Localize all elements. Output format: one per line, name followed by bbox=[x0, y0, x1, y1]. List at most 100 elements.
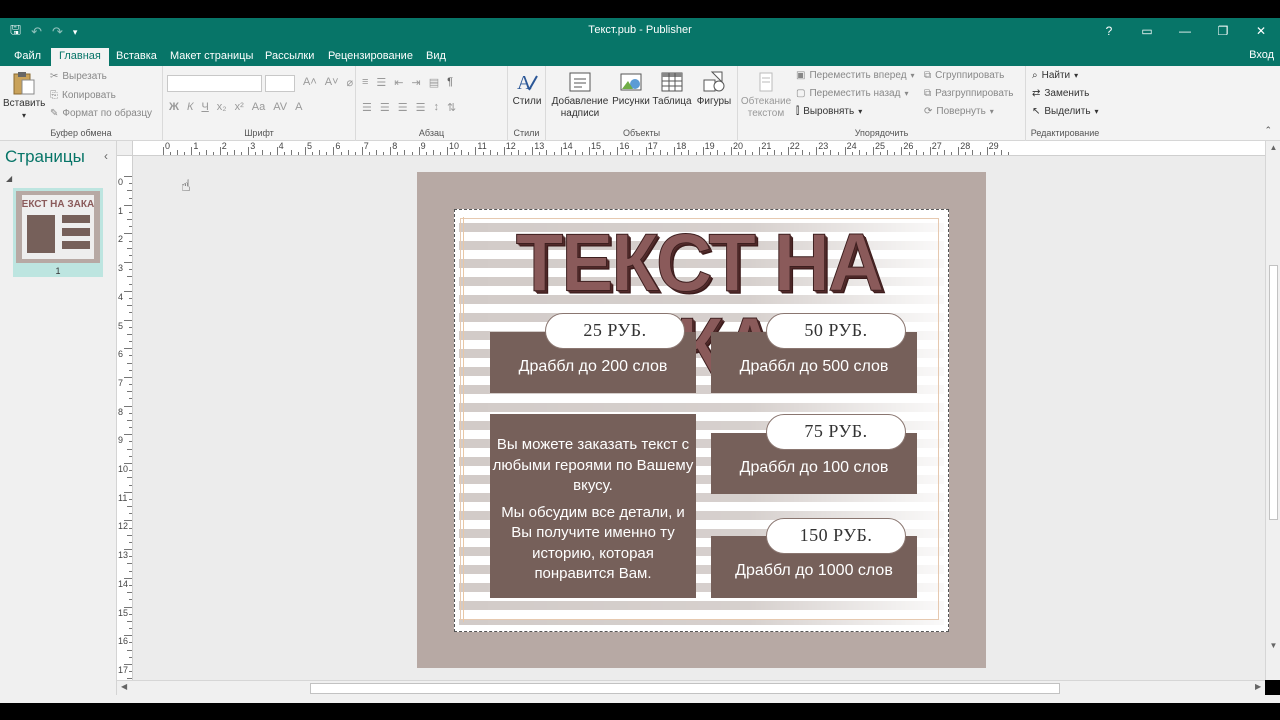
align-left-icon[interactable]: ☰ bbox=[362, 101, 372, 114]
tab-file[interactable]: Файл bbox=[6, 48, 49, 66]
cut-button[interactable]: ✂ Вырезать bbox=[50, 71, 107, 82]
price-pill-2[interactable]: 50 РУБ. bbox=[766, 313, 906, 349]
h-ruler-tick bbox=[908, 152, 910, 155]
pilcrow-icon[interactable]: ¶ bbox=[447, 76, 453, 89]
tab-mailings[interactable]: Рассылки bbox=[257, 48, 322, 66]
minimize-icon[interactable]: — bbox=[1166, 18, 1204, 45]
scroll-left-icon[interactable]: ◀ bbox=[121, 682, 127, 691]
align-button[interactable]: ⫿ Выровнять ▾ bbox=[796, 106, 862, 117]
ribbon-display-icon[interactable]: ▭ bbox=[1128, 18, 1166, 45]
line-spacing-icon[interactable]: ↕ bbox=[434, 101, 440, 114]
increase-indent-icon[interactable]: ⇥ bbox=[412, 76, 421, 89]
thumbnail-page: ТЕКСТ НА ЗАКАЗ bbox=[16, 191, 100, 263]
bullets-icon[interactable]: ≡ bbox=[362, 76, 368, 89]
section-expand-icon[interactable]: ◢ bbox=[6, 174, 12, 183]
info-text-box[interactable]: Вы можете заказать текст с любыми героям… bbox=[490, 414, 696, 598]
letterbox-bottom bbox=[0, 703, 1280, 720]
v-ruler-tick bbox=[129, 484, 132, 486]
price-pill-3[interactable]: 75 РУБ. bbox=[766, 414, 906, 450]
horizontal-ruler[interactable]: 0 1 2 3 4 5 6 7 8 9 10 11 12 13 14 15 16 17 18 19 20 21 22 23 24… bbox=[133, 141, 1265, 156]
underline-icon[interactable]: Ч bbox=[201, 101, 208, 113]
numbering-icon[interactable]: ☰ bbox=[376, 76, 386, 89]
font-color-icon[interactable]: A bbox=[295, 101, 302, 113]
help-button[interactable]: ? bbox=[1090, 18, 1128, 45]
draw-textbox-button[interactable]: Добавление надписи bbox=[550, 70, 610, 120]
h-ruler-tick bbox=[695, 152, 697, 155]
v-ruler-tick bbox=[124, 577, 132, 579]
align-right-icon[interactable]: ☰ bbox=[398, 101, 408, 114]
paragraph-spacing-icon[interactable]: ⇅ bbox=[447, 101, 456, 114]
char-spacing-icon[interactable]: AV bbox=[273, 101, 287, 113]
bring-forward-icon: ▣ bbox=[796, 70, 806, 81]
v-ruler-tick bbox=[129, 384, 132, 386]
horizontal-scroll-thumb[interactable] bbox=[310, 683, 1060, 694]
wrap-text-button[interactable]: Обтекание текстом bbox=[740, 70, 792, 120]
italic-icon[interactable]: К bbox=[187, 101, 193, 113]
find-button[interactable]: ⌕ Найти ▾ bbox=[1032, 70, 1078, 81]
decrease-indent-icon[interactable]: ⇤ bbox=[394, 76, 403, 89]
tab-view[interactable]: Вид bbox=[418, 48, 454, 66]
shrink-font-icon[interactable]: A˅ bbox=[325, 76, 339, 89]
tab-page-design[interactable]: Макет страницы bbox=[162, 48, 261, 66]
send-backward-button[interactable]: ▢ Переместить назад ▾ bbox=[796, 88, 908, 99]
scroll-up-icon[interactable]: ▲ bbox=[1266, 143, 1280, 152]
h-ruler-tick bbox=[688, 150, 690, 155]
group-button[interactable]: ⧉ Сгруппировать bbox=[924, 70, 1004, 81]
h-ruler-tick bbox=[652, 152, 654, 155]
rotate-button[interactable]: ⟳ Повернуть ▾ bbox=[924, 106, 994, 117]
align-center-icon[interactable]: ☰ bbox=[380, 101, 390, 114]
ungroup-button[interactable]: ⧉ Разгруппировать bbox=[924, 88, 1013, 99]
justify-icon[interactable]: ☰ bbox=[416, 101, 426, 114]
table-button[interactable]: Таблица bbox=[652, 70, 692, 108]
font-size-input[interactable] bbox=[265, 75, 295, 92]
v-ruler-label: 15 bbox=[118, 607, 129, 618]
replace-button[interactable]: ⇄ Заменить bbox=[1032, 88, 1089, 99]
scroll-down-icon[interactable]: ▼ bbox=[1266, 641, 1280, 650]
font-style-buttons: Ж К Ч x₂ x² Aa AV A bbox=[169, 101, 302, 113]
h-ruler-tick bbox=[638, 152, 640, 155]
vertical-scrollbar[interactable]: ▲ ▼ bbox=[1265, 141, 1280, 680]
superscript-icon[interactable]: x² bbox=[235, 101, 244, 113]
price-pill-1[interactable]: 25 РУБ. bbox=[545, 313, 685, 349]
paste-button[interactable]: Вставить ▾ bbox=[3, 70, 45, 122]
subscript-icon[interactable]: x₂ bbox=[217, 101, 227, 113]
thumbnail-preview-icon: ТЕКСТ НА ЗАКАЗ bbox=[16, 195, 100, 259]
price-pill-4[interactable]: 150 РУБ. bbox=[766, 518, 906, 554]
vertical-ruler[interactable]: 0 1 2 3 4 5 6 7 8 9 10 11 12 13 14 15 16 17 bbox=[117, 156, 133, 680]
grow-font-icon[interactable]: A˄ bbox=[303, 76, 317, 89]
copy-button[interactable]: ⎘ Копировать bbox=[50, 90, 116, 101]
pictures-button[interactable]: Рисунки bbox=[612, 70, 650, 108]
collapse-ribbon-icon[interactable]: ⌃ bbox=[1264, 125, 1272, 136]
collapse-pane-icon[interactable]: ‹ bbox=[104, 149, 108, 163]
v-ruler-label: 17 bbox=[118, 664, 129, 675]
h-ruler-tick bbox=[759, 147, 761, 155]
wrap-text-icon bbox=[759, 72, 773, 92]
columns-icon[interactable]: ▤ bbox=[429, 76, 439, 89]
tab-review[interactable]: Рецензирование bbox=[320, 48, 421, 66]
v-ruler-label: 14 bbox=[118, 578, 129, 589]
v-ruler-tick bbox=[124, 606, 132, 608]
h-ruler-tick bbox=[532, 147, 534, 155]
change-case-icon[interactable]: Aa bbox=[252, 101, 265, 113]
select-button[interactable]: ↖ Выделить ▾ bbox=[1032, 106, 1099, 117]
horizontal-scrollbar[interactable]: ◀ ▶ bbox=[117, 680, 1265, 695]
font-name-input[interactable] bbox=[167, 75, 262, 92]
tab-insert[interactable]: Вставка bbox=[108, 48, 165, 66]
bold-icon[interactable]: Ж bbox=[169, 101, 179, 113]
v-ruler-tick bbox=[129, 527, 132, 529]
scroll-right-icon[interactable]: ▶ bbox=[1255, 682, 1261, 691]
tab-home[interactable]: Главная bbox=[51, 48, 109, 66]
shapes-button[interactable]: Фигуры bbox=[694, 70, 734, 108]
close-icon[interactable]: ✕ bbox=[1242, 18, 1280, 45]
bring-forward-button[interactable]: ▣ Переместить вперед ▾ bbox=[796, 70, 915, 81]
restore-icon[interactable]: ❐ bbox=[1204, 18, 1242, 45]
styles-button[interactable]: A Стили bbox=[511, 70, 543, 108]
sign-in-link[interactable]: Вход bbox=[1249, 49, 1274, 61]
h-ruler-tick bbox=[581, 152, 583, 155]
vertical-scroll-thumb[interactable] bbox=[1269, 265, 1278, 520]
textbox-icon bbox=[569, 72, 591, 92]
clear-format-icon[interactable]: ⌀ bbox=[347, 76, 354, 89]
page-thumbnail[interactable]: ТЕКСТ НА ЗАКАЗ 1 bbox=[13, 188, 103, 277]
headline-wordart[interactable]: ТЕКСТ НА ЗАКАЗ bbox=[494, 219, 904, 388]
format-painter-button[interactable]: ✎ Формат по образцу bbox=[50, 108, 152, 119]
